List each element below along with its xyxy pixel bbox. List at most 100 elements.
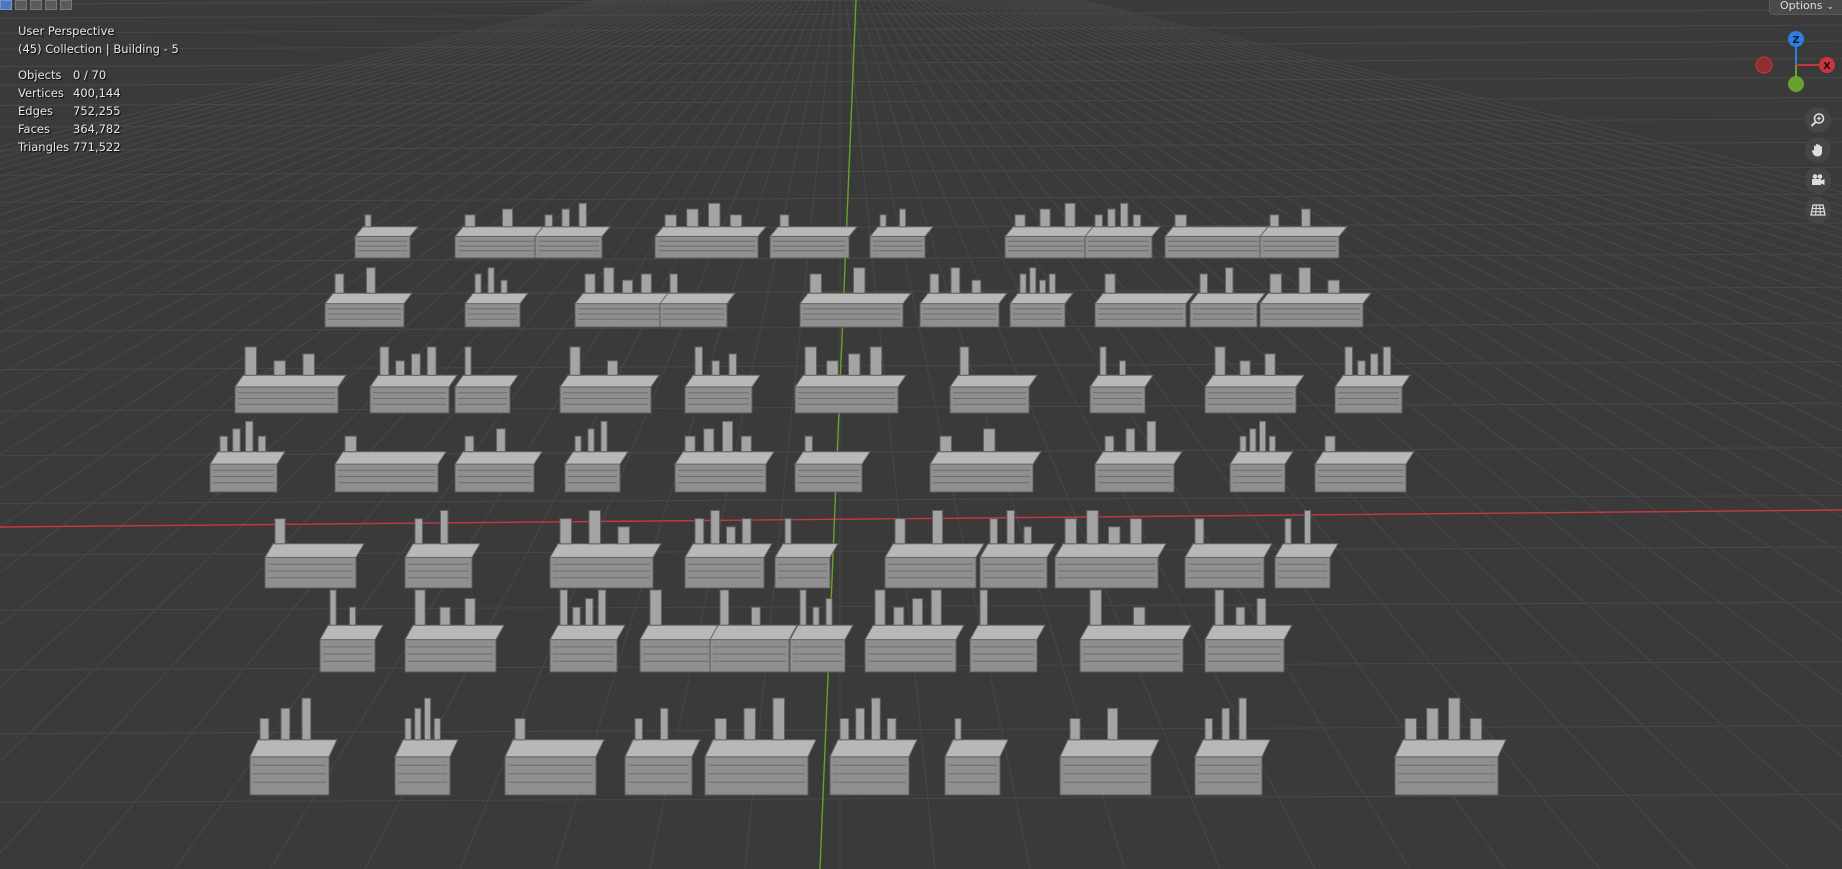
building-model[interactable]: [1089, 346, 1154, 414]
stat-value: 364,782: [73, 122, 121, 136]
building-model[interactable]: [1229, 420, 1294, 493]
options-dropdown[interactable]: Options ⌄: [1769, 0, 1842, 15]
building-model[interactable]: [1194, 697, 1271, 796]
building-model[interactable]: [353, 214, 420, 259]
building-model[interactable]: [794, 346, 907, 414]
building-model[interactable]: [658, 273, 737, 328]
grid-icon[interactable]: [1805, 197, 1831, 223]
building-model[interactable]: [319, 589, 384, 673]
navigation-gizmo[interactable]: Z X: [1750, 26, 1842, 106]
select-subtract-icon[interactable]: [30, 0, 42, 10]
stat-label: Edges: [18, 104, 53, 118]
building-model[interactable]: [454, 346, 519, 414]
building-model[interactable]: [323, 267, 414, 328]
building-model[interactable]: [969, 589, 1046, 673]
camera-icon[interactable]: [1805, 167, 1831, 193]
building-models[interactable]: [209, 202, 1507, 796]
stat-label: Objects: [18, 68, 62, 82]
building-model[interactable]: [949, 346, 1038, 414]
building-model[interactable]: [1079, 589, 1192, 673]
building-model[interactable]: [394, 697, 459, 796]
building-model[interactable]: [1258, 208, 1349, 259]
gizmo-x-label: X: [1823, 61, 1831, 72]
select-new-icon[interactable]: [0, 0, 12, 10]
building-model[interactable]: [334, 435, 447, 493]
building-model[interactable]: [868, 208, 935, 259]
active-collection: (45) Collection | Building - 5: [18, 42, 179, 56]
stat-value: 0 / 70: [73, 68, 107, 82]
building-model[interactable]: [1059, 707, 1160, 796]
building-model[interactable]: [454, 428, 543, 493]
stat-label: Triangles: [18, 140, 70, 154]
building-model[interactable]: [1204, 589, 1293, 673]
building-model[interactable]: [829, 697, 918, 796]
building-model[interactable]: [1083, 202, 1162, 259]
building-model[interactable]: [709, 589, 798, 673]
building-model[interactable]: [533, 202, 612, 259]
building-model[interactable]: [1054, 509, 1167, 589]
stat-value: 400,144: [73, 86, 121, 100]
building-model[interactable]: [884, 509, 985, 589]
building-model[interactable]: [979, 509, 1056, 589]
building-model[interactable]: [674, 420, 775, 493]
building-model[interactable]: [798, 267, 913, 328]
building-model[interactable]: [1204, 346, 1305, 414]
building-model[interactable]: [564, 420, 629, 493]
building-model[interactable]: [624, 707, 701, 796]
building-model[interactable]: [794, 435, 871, 493]
y-axis-line: [819, 0, 857, 869]
building-model[interactable]: [704, 697, 817, 796]
building-model[interactable]: [774, 518, 839, 589]
gizmo-z-label: Z: [1792, 35, 1799, 46]
building-model[interactable]: [264, 518, 365, 589]
building-model[interactable]: [249, 697, 338, 796]
stat-value: 752,255: [73, 104, 121, 118]
building-model[interactable]: [369, 346, 458, 414]
building-model[interactable]: [653, 202, 768, 259]
view-name: User Perspective: [18, 24, 115, 38]
building-model[interactable]: [1184, 518, 1273, 589]
floor-grid: [0, 0, 1842, 869]
3d-viewport[interactable]: User Perspective (45) Collection | Build…: [0, 0, 1842, 869]
viewport-info-overlay: User Perspective (45) Collection | Build…: [18, 22, 179, 156]
stat-edges: Edges 752,255: [18, 102, 179, 120]
building-model[interactable]: [1314, 435, 1415, 493]
select-extend-icon[interactable]: [15, 0, 27, 10]
scene-statistics: Objects 0 / 70 Vertices 400,144 Edges 75…: [18, 66, 179, 156]
select-intersect-icon[interactable]: [60, 0, 72, 10]
select-invert-icon[interactable]: [45, 0, 57, 10]
building-model[interactable]: [864, 589, 965, 673]
building-model[interactable]: [549, 589, 626, 673]
building-model[interactable]: [559, 346, 660, 414]
building-model[interactable]: [684, 509, 773, 589]
gizmo-y-axis-icon[interactable]: [1788, 76, 1804, 92]
building-model[interactable]: [1334, 346, 1411, 414]
stat-label: Faces: [18, 122, 50, 136]
building-model[interactable]: [404, 589, 505, 673]
building-model[interactable]: [573, 267, 676, 328]
zoom-icon[interactable]: [1805, 107, 1831, 133]
stat-vertices: Vertices 400,144: [18, 84, 179, 102]
stat-value: 771,522: [73, 140, 121, 154]
building-model[interactable]: [504, 718, 605, 796]
building-model[interactable]: [929, 428, 1042, 493]
stat-label: Vertices: [18, 86, 64, 100]
building-model[interactable]: [1008, 267, 1075, 328]
building-model[interactable]: [1094, 420, 1183, 493]
stat-faces: Faces 364,782: [18, 120, 179, 138]
gizmo-neg-x-axis-icon[interactable]: [1755, 56, 1773, 74]
building-model[interactable]: [1093, 273, 1196, 328]
building-model[interactable]: [768, 214, 859, 259]
options-label: Options: [1780, 0, 1823, 12]
building-model[interactable]: [684, 346, 761, 414]
hand-pan-icon[interactable]: [1805, 137, 1831, 163]
scene-canvas[interactable]: [0, 0, 1842, 869]
building-model[interactable]: [1188, 267, 1267, 328]
building-model[interactable]: [1274, 509, 1339, 589]
select-mode-toolbar: [0, 0, 72, 10]
building-model[interactable]: [209, 420, 286, 493]
building-model[interactable]: [1394, 697, 1507, 796]
chevron-down-icon: ⌄: [1826, 2, 1834, 12]
building-model[interactable]: [789, 589, 854, 673]
building-model[interactable]: [918, 267, 1009, 328]
